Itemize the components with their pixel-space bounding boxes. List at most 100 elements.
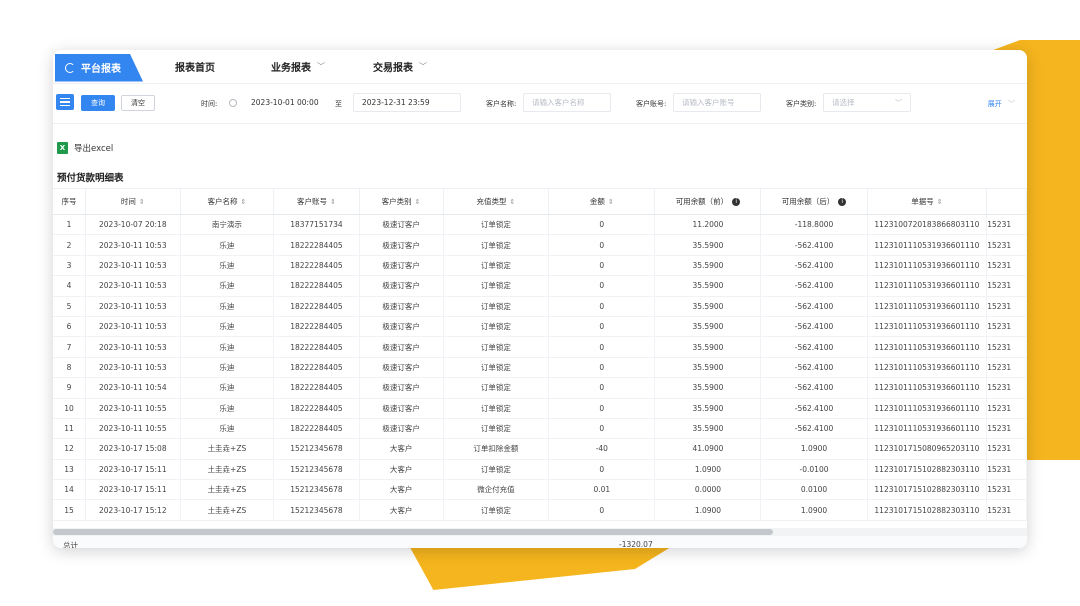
table-cell: 订单锁定 bbox=[443, 214, 550, 236]
table-cell: -562.4100 bbox=[760, 336, 868, 358]
table-row[interactable]: 5 2023-10-11 10:53 乐迪 18222284405 极速订客户 订单锁定 0… bbox=[53, 296, 1027, 317]
clear-button[interactable]: 清空 bbox=[121, 95, 155, 111]
table-cell: 2023-10-11 10:55 bbox=[85, 418, 181, 440]
customer-name-input[interactable]: 请输入客户名称 bbox=[523, 93, 611, 112]
table-cell: 1.0900 bbox=[654, 499, 762, 521]
column-header[interactable]: 客户名称 ⇕ bbox=[180, 188, 275, 215]
table-row[interactable]: 1 2023-10-07 20:18 南宁演示 18377151734 极速订客户 订单锁… bbox=[53, 214, 1027, 236]
customer-account-input[interactable]: 请输入客户账号 bbox=[673, 93, 761, 112]
customer-type-label: 客户类别: bbox=[786, 100, 817, 108]
table-cell: -40 bbox=[548, 438, 656, 460]
column-header[interactable]: 客户账号 ⇕ bbox=[273, 188, 360, 215]
sort-icon[interactable]: ⇕ bbox=[937, 198, 943, 206]
column-header bbox=[986, 188, 1027, 215]
sort-icon[interactable]: ⇕ bbox=[415, 198, 421, 206]
table-cell: 2023-10-11 10:53 bbox=[85, 255, 181, 277]
table-row[interactable]: 4 2023-10-11 10:53 乐迪 18222284405 极速订客户 订单锁定 0… bbox=[53, 275, 1027, 297]
table-cell: 1123101110531936601110 bbox=[867, 316, 988, 338]
time-end-value: 2023-12-31 23:59 bbox=[362, 98, 430, 107]
sort-icon[interactable]: ⇕ bbox=[139, 198, 145, 206]
table-row[interactable]: 3 2023-10-11 10:53 乐迪 18222284405 极速订客户 订单锁定 0… bbox=[53, 255, 1027, 277]
table-cell: 15231 bbox=[986, 499, 1027, 521]
scrollbar-thumb[interactable] bbox=[53, 529, 773, 535]
sort-icon[interactable]: ⇕ bbox=[330, 198, 336, 206]
table-cell: 订单锁定 bbox=[443, 336, 550, 358]
column-header[interactable]: 金额 ⇕ bbox=[548, 188, 656, 215]
column-header-label: 客户类别 bbox=[381, 197, 412, 206]
table-row[interactable]: 15 2023-10-17 15:12 土圭垚+ZS 15212345678 大客户 订单… bbox=[53, 499, 1027, 521]
export-excel-button[interactable]: X 导出excel bbox=[57, 142, 113, 154]
info-icon[interactable]: i bbox=[838, 198, 847, 206]
column-header[interactable]: 客户类别 ⇕ bbox=[359, 188, 444, 215]
column-header[interactable]: 时间 ⇕ bbox=[85, 188, 181, 215]
table-row[interactable]: 8 2023-10-11 10:53 乐迪 18222284405 极速订客户 订单锁定 0… bbox=[53, 357, 1027, 379]
column-header-label: 客户名称 bbox=[207, 197, 238, 206]
time-start-value: 2023-10-01 00:00 bbox=[251, 98, 319, 107]
sort-icon[interactable]: ⇕ bbox=[240, 198, 246, 206]
table-cell: 18377151734 bbox=[273, 214, 360, 236]
nav-item-label: 报表首页 bbox=[175, 63, 215, 74]
table-cell: 15231 bbox=[986, 357, 1027, 379]
horizontal-scrollbar[interactable] bbox=[53, 528, 1027, 536]
table-row[interactable]: 6 2023-10-11 10:53 乐迪 18222284405 极速订客户 订单锁定 0… bbox=[53, 316, 1027, 338]
table-cell: 土圭垚+ZS bbox=[180, 479, 275, 501]
table-cell: 15231 bbox=[986, 234, 1027, 256]
table-cell: 乐迪 bbox=[180, 418, 275, 440]
table-cell: 1.0900 bbox=[654, 459, 762, 481]
customer-account-label: 客户账号: bbox=[636, 100, 667, 108]
customer-type-select[interactable]: 请选择 ﹀ bbox=[823, 93, 911, 112]
table-row[interactable]: 14 2023-10-17 15:11 土圭垚+ZS 15212345678 大客户 微企… bbox=[53, 479, 1027, 501]
column-header-label: 单据号 bbox=[911, 197, 934, 206]
nav-item-business-report[interactable]: 业务报表 ﹀ bbox=[271, 59, 325, 74]
query-button[interactable]: 查询 bbox=[81, 95, 115, 111]
nav-tab-platform-report[interactable]: 平台报表 bbox=[55, 53, 143, 82]
table-cell: 订单锁定 bbox=[443, 377, 550, 399]
table-row[interactable]: 9 2023-10-11 10:54 乐迪 18222284405 极速订客户 订单锁定 0… bbox=[53, 377, 1027, 399]
table-cell: 大客户 bbox=[359, 479, 444, 501]
table-row[interactable]: 13 2023-10-17 15:11 土圭垚+ZS 15212345678 大客户 订单… bbox=[53, 459, 1027, 481]
table-cell: 乐迪 bbox=[180, 255, 275, 277]
customer-name-label: 客户名称: bbox=[486, 100, 517, 108]
time-end-field[interactable]: 2023-12-31 23:59 bbox=[353, 93, 461, 112]
sort-icon[interactable]: ⇕ bbox=[509, 198, 515, 206]
sort-icon[interactable]: ⇕ bbox=[608, 198, 614, 206]
table-cell: 乐迪 bbox=[180, 336, 275, 358]
table-cell: 1123101110531936601110 bbox=[867, 336, 988, 358]
table-cell: 订单扣除金额 bbox=[443, 438, 550, 460]
table-cell: -562.4100 bbox=[760, 316, 868, 338]
menu-icon[interactable] bbox=[56, 94, 74, 110]
table-cell: 乐迪 bbox=[180, 398, 275, 419]
table-cell: 1 bbox=[53, 214, 87, 236]
nav-item-transaction-report[interactable]: 交易报表 ﹀ bbox=[373, 59, 427, 74]
nav-item-report-home[interactable]: 报表首页 bbox=[175, 59, 215, 74]
table-row[interactable]: 7 2023-10-11 10:53 乐迪 18222284405 极速订客户 订单锁定 0… bbox=[53, 336, 1027, 358]
table-row[interactable]: 10 2023-10-11 10:55 乐迪 18222284405 极速订客户 订单锁定… bbox=[53, 398, 1027, 419]
column-header[interactable]: 充值类型 ⇕ bbox=[443, 188, 550, 215]
table-cell: 11.2000 bbox=[654, 214, 762, 236]
table-cell: 0 bbox=[548, 234, 656, 256]
table-row[interactable]: 2 2023-10-11 10:53 乐迪 18222284405 极速订客户 订单锁定 0… bbox=[53, 234, 1027, 256]
table-row[interactable]: 12 2023-10-17 15:08 土圭垚+ZS 15212345678 大客户 订单… bbox=[53, 438, 1027, 460]
column-header-label: 序号 bbox=[61, 197, 77, 206]
table-cell: 1.0900 bbox=[760, 438, 868, 460]
table-cell: -562.4100 bbox=[760, 398, 868, 419]
table-header-row: 序号 时间 ⇕ 客户名称 ⇕ 客户账号 ⇕ 客户类别 ⇕ 充值类型 ⇕ 金额 ⇕ 可用余额（前） i 可用余额… bbox=[53, 188, 1027, 215]
column-header[interactable]: 单据号 ⇕ bbox=[867, 188, 988, 215]
table-cell: 1123101715102882303110 bbox=[867, 499, 988, 521]
table-cell: 18222284405 bbox=[273, 377, 360, 399]
table-cell: 35.5900 bbox=[654, 316, 762, 338]
table-row[interactable]: 11 2023-10-11 10:55 乐迪 18222284405 极速订客户 订单锁定… bbox=[53, 418, 1027, 440]
table-cell: 1123101110531936601110 bbox=[867, 234, 988, 256]
table-cell: 极速订客户 bbox=[359, 255, 444, 277]
table-cell: 2023-10-07 20:18 bbox=[85, 214, 181, 236]
table-cell: 微企付充值 bbox=[443, 479, 550, 501]
table-cell: 1123101110531936601110 bbox=[867, 296, 988, 317]
info-icon[interactable]: i bbox=[732, 198, 741, 206]
table-cell: 35.5900 bbox=[654, 357, 762, 379]
expand-link[interactable]: 展开 ﹀ bbox=[988, 99, 1015, 109]
table-cell: 0.0100 bbox=[760, 479, 868, 501]
table-cell: 1123101715102882303110 bbox=[867, 459, 988, 481]
time-start-field[interactable]: 2023-10-01 00:00 bbox=[221, 93, 329, 112]
table-cell: 2023-10-11 10:53 bbox=[85, 316, 181, 338]
table-cell: 18222284405 bbox=[273, 418, 360, 440]
